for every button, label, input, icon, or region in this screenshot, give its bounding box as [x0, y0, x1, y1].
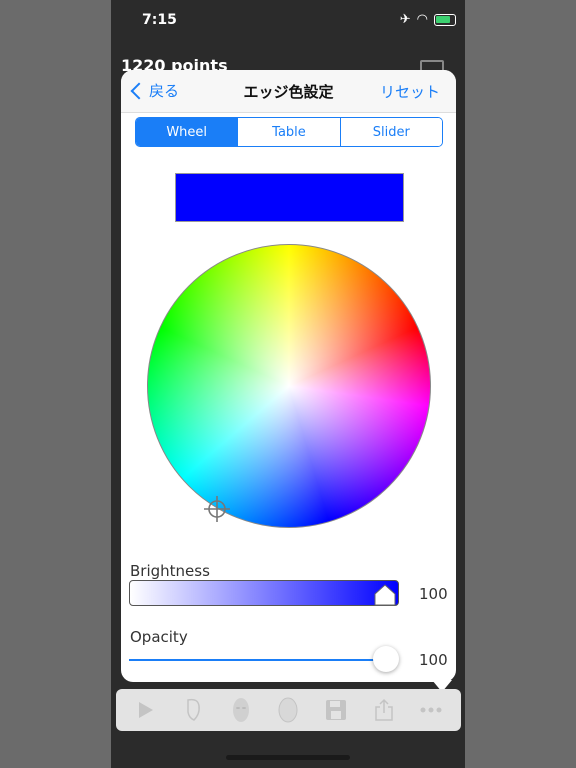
opacity-label: Opacity: [130, 628, 188, 646]
edge-color-popover: 戻る エッジ色設定 リセット Wheel Table Slider Bright…: [121, 70, 456, 682]
mode-segmented-control: Wheel Table Slider: [135, 117, 443, 147]
battery-icon: [434, 13, 456, 26]
status-bar-icons: ✈ ◠: [400, 12, 456, 27]
tab-slider[interactable]: Slider: [339, 118, 442, 146]
face-outline-icon[interactable]: [179, 696, 207, 724]
bottom-toolbar: [116, 689, 461, 731]
save-icon[interactable]: [322, 696, 350, 724]
brightness-label: Brightness: [130, 562, 210, 580]
more-icon[interactable]: [417, 696, 445, 724]
reset-button[interactable]: リセット: [380, 81, 440, 102]
share-icon[interactable]: [370, 696, 398, 724]
opacity-value: 100: [419, 651, 448, 669]
tab-table[interactable]: Table: [237, 118, 340, 146]
selected-color-swatch: [175, 173, 404, 222]
popover-navbar: 戻る エッジ色設定 リセット: [121, 70, 456, 113]
color-wheel-disc[interactable]: [147, 244, 431, 528]
head-icon[interactable]: [274, 696, 302, 724]
airplane-icon: ✈: [399, 12, 411, 27]
tab-wheel[interactable]: Wheel: [136, 118, 238, 146]
brightness-slider[interactable]: [129, 580, 399, 606]
wifi-icon: ◠: [416, 12, 428, 27]
crosshair-icon[interactable]: [204, 496, 230, 522]
brightness-value: 100: [419, 585, 448, 603]
status-time: 7:15: [142, 12, 177, 28]
opacity-slider-track[interactable]: [129, 659, 385, 661]
brightness-thumb[interactable]: [374, 584, 396, 606]
mask-icon[interactable]: [227, 696, 255, 724]
home-indicator: [226, 755, 350, 760]
color-wheel[interactable]: [147, 244, 431, 528]
play-icon[interactable]: [132, 696, 160, 724]
opacity-slider-thumb[interactable]: [373, 646, 399, 672]
